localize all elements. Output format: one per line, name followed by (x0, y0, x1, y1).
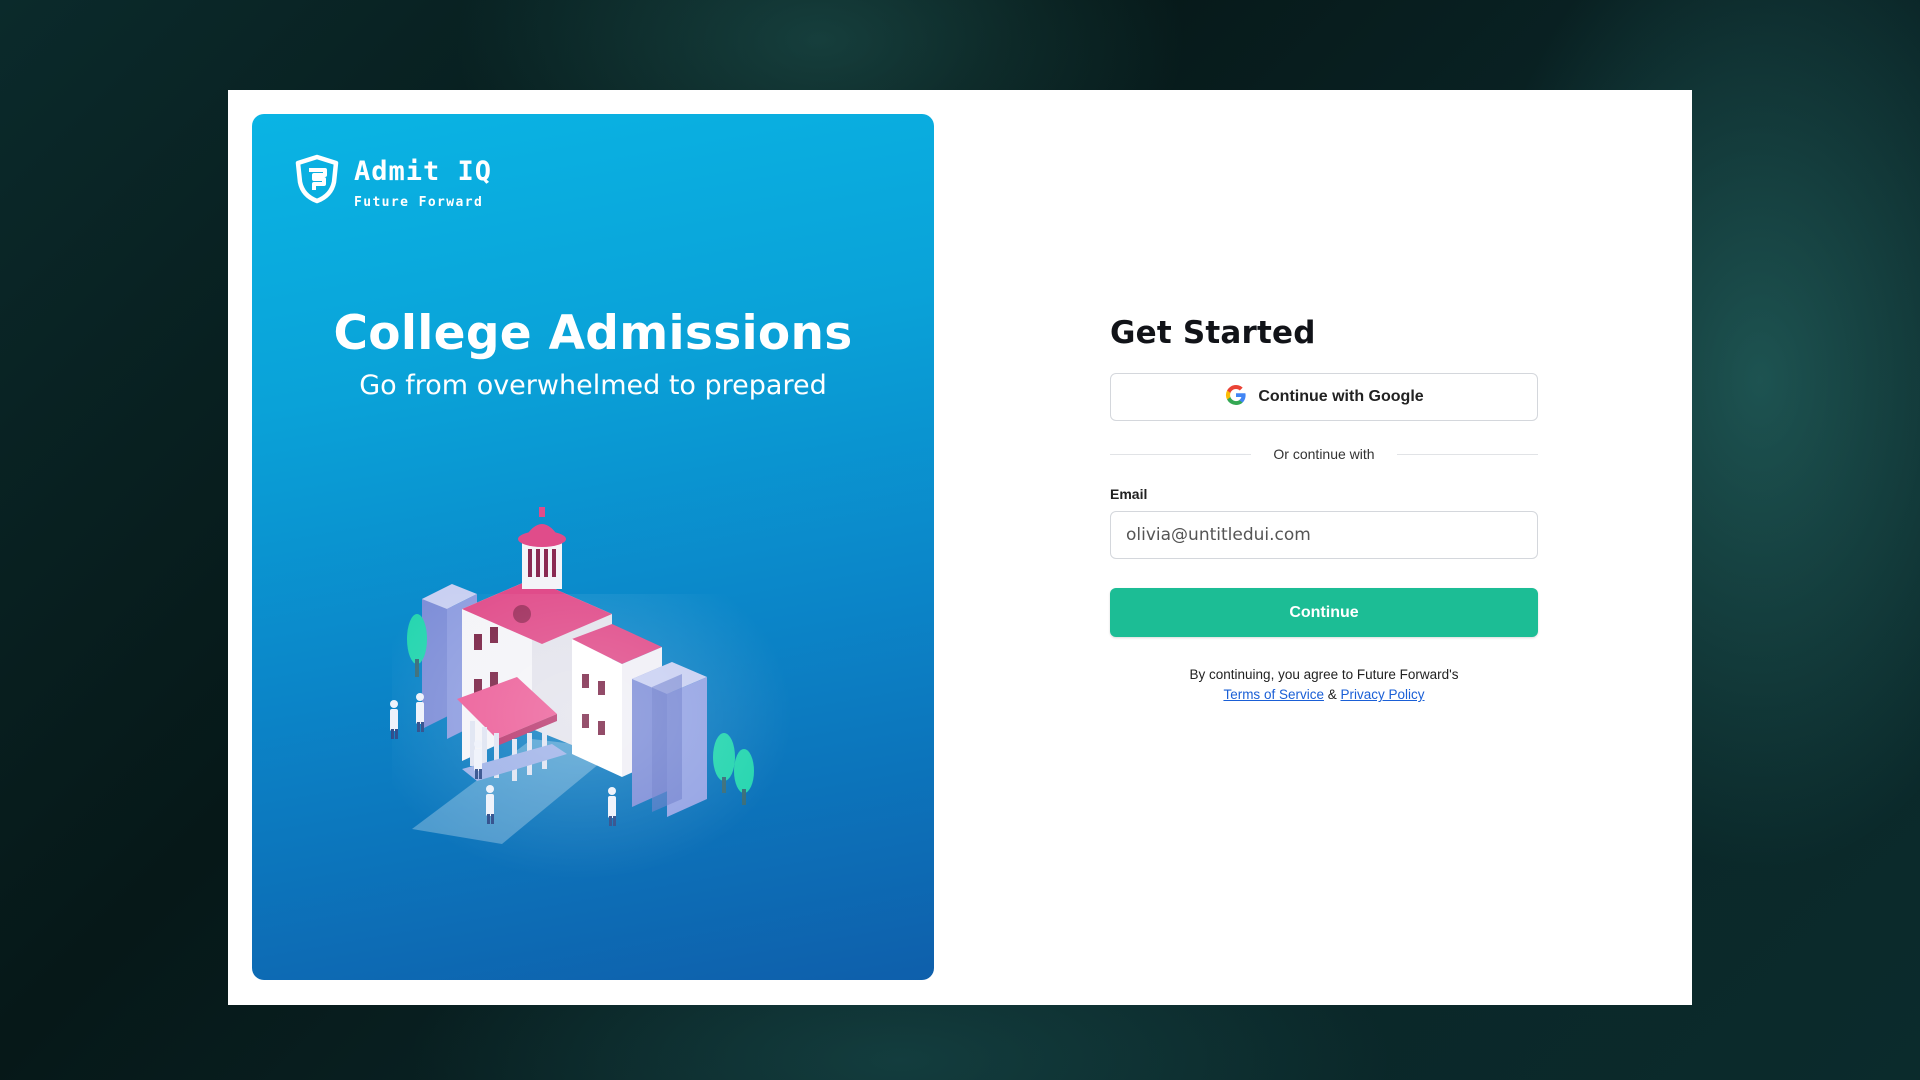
terms-joiner: & (1327, 687, 1337, 702)
divider-line-right (1396, 453, 1539, 455)
google-button-label: Continue with Google (1258, 388, 1424, 405)
brand-tagline: Future Forward (354, 195, 484, 210)
brand: Admit IQ Future Forward (294, 154, 492, 210)
continue-button[interactable]: Continue (1110, 588, 1538, 637)
privacy-policy-link[interactable]: Privacy Policy (1341, 687, 1425, 702)
terms-notice: By continuing, you agree to Future Forwa… (1110, 665, 1538, 705)
page-title: Get Started (1110, 315, 1316, 351)
brand-name: Admit IQ (354, 156, 493, 187)
divider: Or continue with (1110, 446, 1539, 462)
signup-card: Admit IQ Future Forward College Admissio… (228, 90, 1692, 1005)
hero-title: College Admissions (333, 306, 853, 361)
shield-logo-icon (294, 154, 340, 204)
college-illustration (382, 499, 812, 884)
signup-form: Get Started Continue with Google Or cont… (1110, 315, 1539, 705)
divider-text: Or continue with (1273, 446, 1375, 462)
terms-text: By continuing, you agree to Future Forwa… (1189, 667, 1459, 682)
continue-with-google-button[interactable]: Continue with Google (1110, 373, 1538, 421)
email-label: Email (1110, 486, 1148, 502)
terms-of-service-link[interactable]: Terms of Service (1223, 687, 1324, 702)
divider-line-left (1110, 453, 1252, 455)
hero-subtitle: Go from overwhelmed to prepared (359, 370, 827, 401)
email-field[interactable] (1110, 511, 1538, 559)
hero-panel: Admit IQ Future Forward College Admissio… (252, 114, 934, 980)
google-icon (1224, 383, 1248, 412)
